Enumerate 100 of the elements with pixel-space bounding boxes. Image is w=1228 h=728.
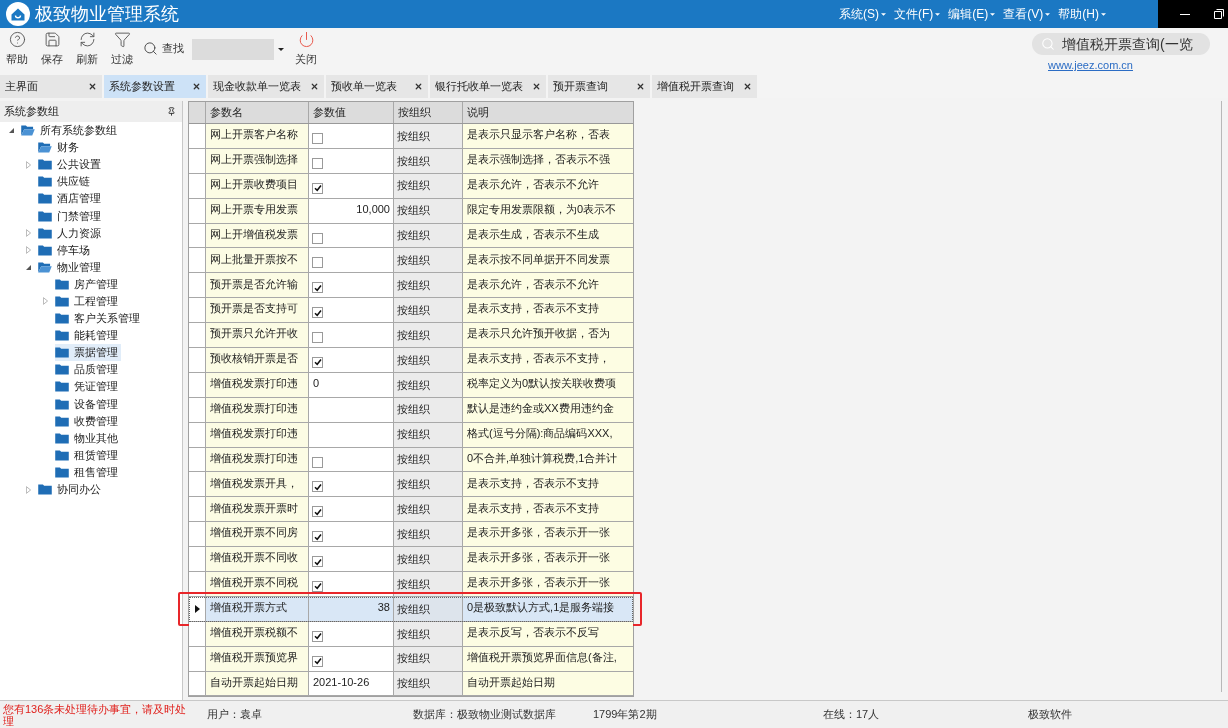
tree-item[interactable]: 客户关系管理 bbox=[55, 310, 143, 328]
tree-item[interactable]: 品质管理 bbox=[55, 361, 121, 379]
tree-item[interactable]: 公共设置 bbox=[38, 156, 104, 174]
checkbox[interactable] bbox=[312, 182, 323, 194]
tree-item[interactable]: 票据管理 bbox=[55, 344, 121, 362]
close-icon[interactable] bbox=[310, 82, 319, 91]
checkbox[interactable] bbox=[312, 630, 323, 642]
checkbox[interactable] bbox=[312, 580, 323, 592]
table-cell: 默认是违约金或XX费用违约金 bbox=[463, 397, 633, 422]
row-pointer-icon bbox=[194, 604, 200, 613]
checkbox[interactable] bbox=[312, 556, 323, 568]
tab[interactable]: 预开票查询 bbox=[548, 75, 650, 98]
menu-item[interactable]: 系统(S) bbox=[839, 5, 886, 23]
checkbox[interactable] bbox=[312, 655, 323, 667]
checkbox[interactable] bbox=[312, 257, 323, 269]
refresh-icon bbox=[78, 31, 96, 48]
column-header[interactable]: 参数名 bbox=[206, 102, 309, 123]
checkbox[interactable] bbox=[312, 531, 323, 543]
filter-button[interactable]: 过滤 bbox=[107, 28, 137, 65]
tree-item[interactable]: 人力资源 bbox=[38, 224, 104, 242]
tree-item[interactable]: 门禁管理 bbox=[38, 207, 104, 225]
close-icon[interactable] bbox=[532, 82, 541, 91]
close-icon[interactable] bbox=[88, 82, 97, 91]
tree-item[interactable]: 供应链 bbox=[38, 173, 93, 191]
expand-arrow-icon[interactable] bbox=[25, 485, 31, 494]
quick-search-field[interactable]: 增值税开票查询(一览 bbox=[1032, 33, 1210, 55]
tree-item[interactable]: 租赁管理 bbox=[55, 446, 121, 464]
tab[interactable]: 银行托收单一览表 bbox=[430, 75, 546, 98]
table-cell: 是表示只允许预开收据，否为 bbox=[463, 323, 633, 347]
tab[interactable]: 现金收款单一览表 bbox=[208, 75, 324, 98]
tree-item[interactable]: 物业其他 bbox=[55, 429, 121, 447]
collapse-arrow-icon[interactable] bbox=[25, 264, 31, 270]
expand-arrow-icon[interactable] bbox=[25, 229, 31, 238]
minimize-icon[interactable] bbox=[1180, 13, 1190, 15]
table-cell: 是表示强制选择，否表示不强 bbox=[463, 148, 633, 173]
tab[interactable]: 系统参数设置 bbox=[104, 75, 206, 98]
expand-arrow-icon[interactable] bbox=[42, 297, 48, 306]
column-header[interactable]: 说明 bbox=[463, 102, 633, 123]
tab[interactable]: 主界面 bbox=[0, 75, 102, 98]
checkbox[interactable] bbox=[312, 232, 323, 244]
table-cell: 按组织 bbox=[394, 447, 463, 472]
restore-icon[interactable] bbox=[1214, 9, 1224, 19]
caret-icon bbox=[990, 12, 996, 16]
close-icon[interactable] bbox=[192, 82, 201, 91]
table-cell: 预开票是否支持可 bbox=[206, 298, 309, 323]
checkbox[interactable] bbox=[312, 132, 323, 144]
find-button[interactable]: 查找 bbox=[143, 41, 184, 56]
expand-arrow-icon[interactable] bbox=[25, 160, 31, 169]
expand-arrow-icon[interactable] bbox=[25, 246, 31, 255]
website-link[interactable]: www.jeez.com.cn bbox=[1048, 60, 1133, 71]
checkbox[interactable] bbox=[312, 506, 323, 518]
table-cell: 按组织 bbox=[394, 547, 463, 572]
table-cell: 是表示生成，否表示不生成 bbox=[463, 223, 633, 248]
column-header[interactable]: 按组织 bbox=[394, 102, 463, 123]
close-button[interactable]: 关闭 bbox=[293, 28, 319, 65]
tree-item[interactable]: 房产管理 bbox=[55, 275, 121, 293]
tab[interactable]: 预收单一览表 bbox=[326, 75, 428, 98]
table-cell: 是表示开多张，否表示开一张 bbox=[463, 522, 633, 547]
checkbox[interactable] bbox=[312, 307, 323, 319]
collapse-arrow-icon[interactable] bbox=[8, 128, 14, 134]
dropdown-field[interactable] bbox=[192, 39, 287, 60]
checkbox[interactable] bbox=[312, 481, 323, 493]
close-icon[interactable] bbox=[414, 82, 423, 91]
tree-item[interactable]: 能耗管理 bbox=[55, 327, 121, 345]
close-icon[interactable] bbox=[743, 82, 752, 91]
checkbox[interactable] bbox=[312, 356, 323, 368]
pin-icon[interactable] bbox=[167, 107, 176, 116]
checkbox[interactable] bbox=[312, 157, 323, 169]
tree-item[interactable]: 工程管理 bbox=[55, 292, 121, 311]
help-icon bbox=[8, 31, 26, 48]
checkbox[interactable] bbox=[312, 456, 323, 468]
tree-item[interactable]: 设备管理 bbox=[55, 395, 121, 413]
tree-item[interactable]: 协同办公 bbox=[38, 480, 104, 499]
table-cell: 增值税开票方式 bbox=[206, 596, 309, 621]
table-cell: 按组织 bbox=[394, 298, 463, 323]
menu-item[interactable]: 帮助(H) bbox=[1058, 5, 1106, 23]
table-cell: 增值税发票打印违 bbox=[206, 397, 309, 422]
help-button[interactable]: 帮助 bbox=[2, 28, 32, 65]
menu-item[interactable]: 编辑(E) bbox=[948, 5, 996, 23]
save-button[interactable]: 保存 bbox=[37, 28, 67, 65]
tree-item[interactable]: 所有系统参数组 bbox=[21, 122, 120, 140]
menu-item[interactable]: 文件(F) bbox=[894, 5, 941, 23]
tree-item[interactable]: 酒店管理 bbox=[38, 190, 104, 208]
tree-item[interactable]: 物业管理 bbox=[38, 258, 104, 276]
checkbox[interactable] bbox=[312, 332, 323, 344]
tree-item[interactable]: 财务 bbox=[38, 139, 82, 157]
menu-item[interactable]: 查看(V) bbox=[1003, 5, 1051, 23]
refresh-button[interactable]: 刷新 bbox=[72, 28, 102, 65]
close-icon[interactable] bbox=[636, 82, 645, 91]
tree-item[interactable]: 凭证管理 bbox=[55, 378, 121, 396]
tree-item[interactable]: 租售管理 bbox=[55, 463, 121, 481]
tree-item[interactable]: 收费管理 bbox=[55, 412, 121, 430]
status-text: 数据库：极致物业测试数据库 bbox=[413, 709, 557, 720]
tab[interactable]: 增值税开票查询 bbox=[652, 75, 757, 98]
table-cell: 增值税开票不同税 bbox=[206, 572, 309, 596]
table-cell: 是表示开多张，否表示开一张 bbox=[463, 547, 633, 572]
table-cell: 按组织 bbox=[394, 173, 463, 198]
checkbox[interactable] bbox=[312, 282, 323, 294]
tree-item[interactable]: 停车场 bbox=[38, 241, 93, 259]
column-header[interactable]: 参数值 bbox=[309, 102, 394, 123]
